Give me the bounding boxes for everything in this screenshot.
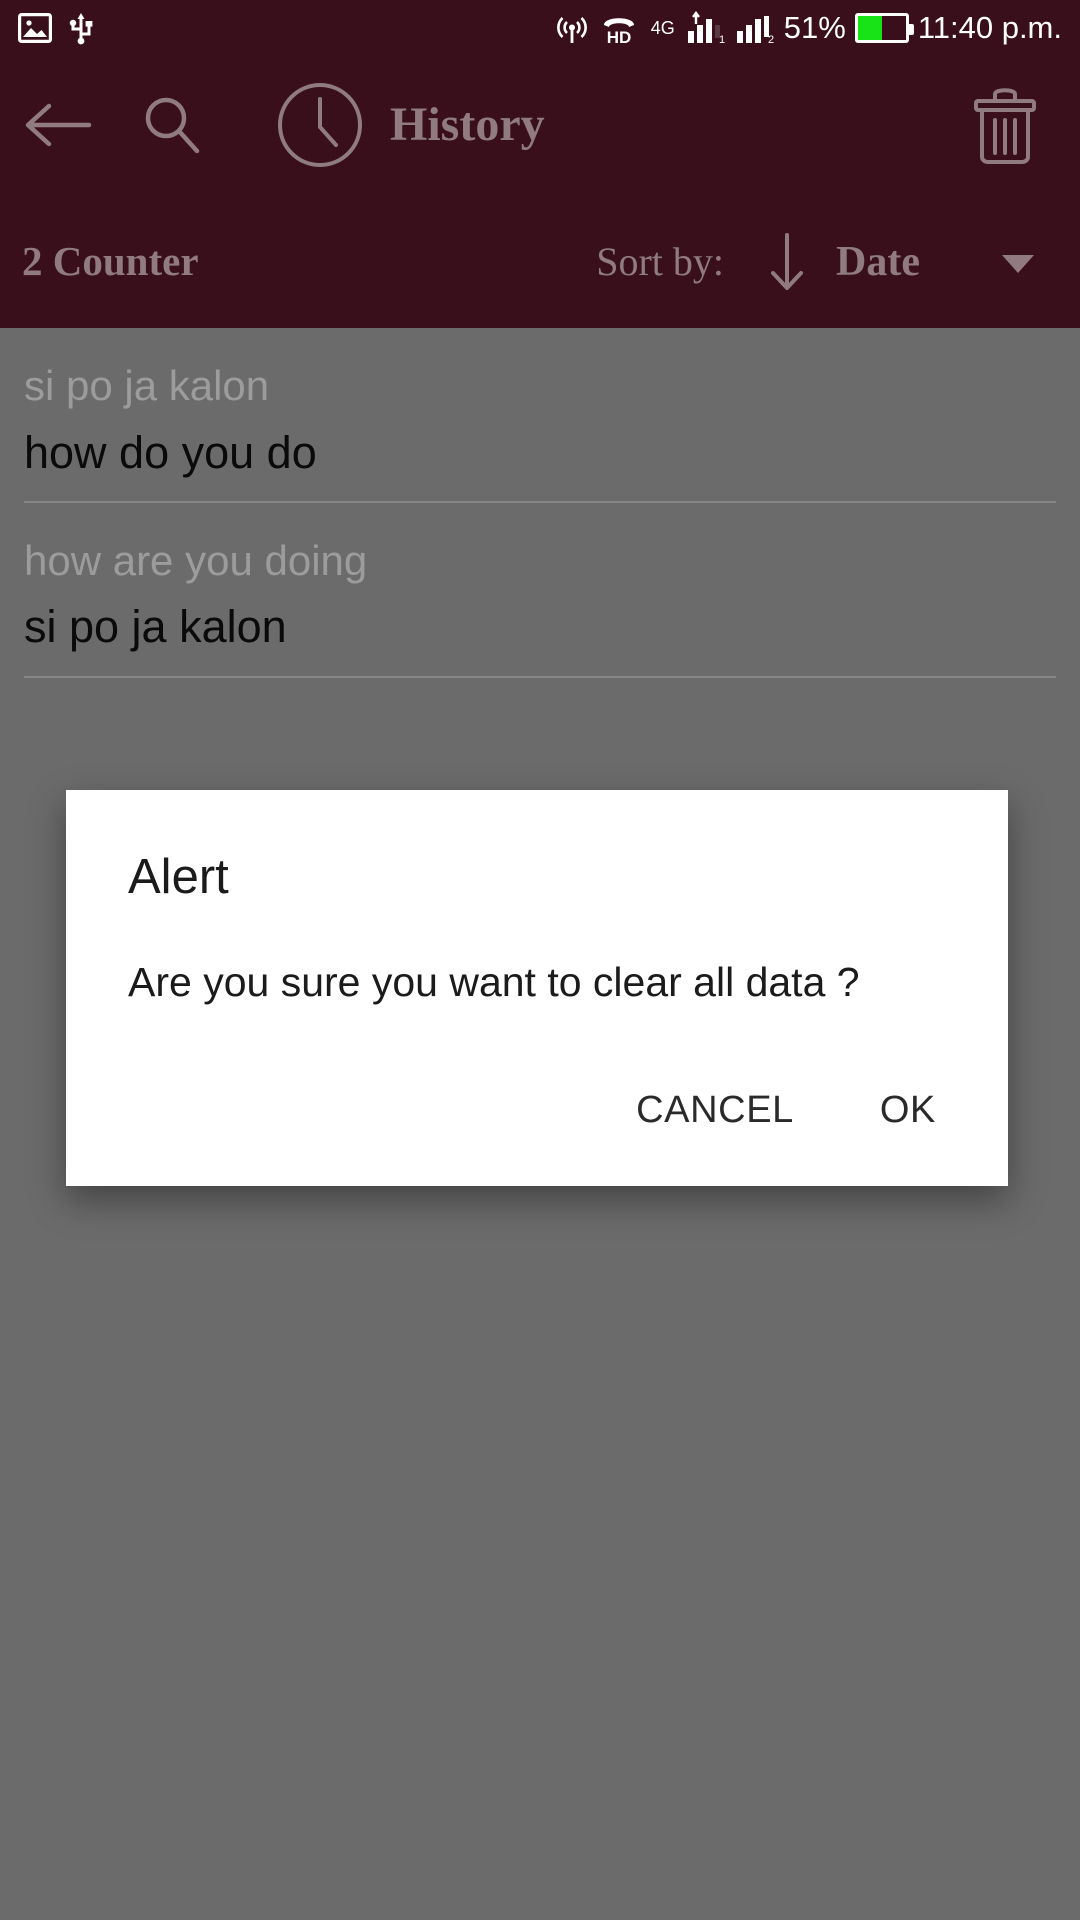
phone-screen: HD 4G 1 2 51% 11:40 p.m. History 2 Count… <box>0 0 1080 1920</box>
ok-button[interactable]: OK <box>866 1077 950 1144</box>
dialog-message: Are you sure you want to clear all data … <box>128 959 860 1005</box>
alert-dialog: Alert Are you sure you want to clear all… <box>66 790 1008 1186</box>
dialog-actions: CANCEL OK <box>66 1077 1008 1186</box>
cancel-button[interactable]: CANCEL <box>622 1077 808 1144</box>
dialog-title: Alert <box>128 850 229 904</box>
